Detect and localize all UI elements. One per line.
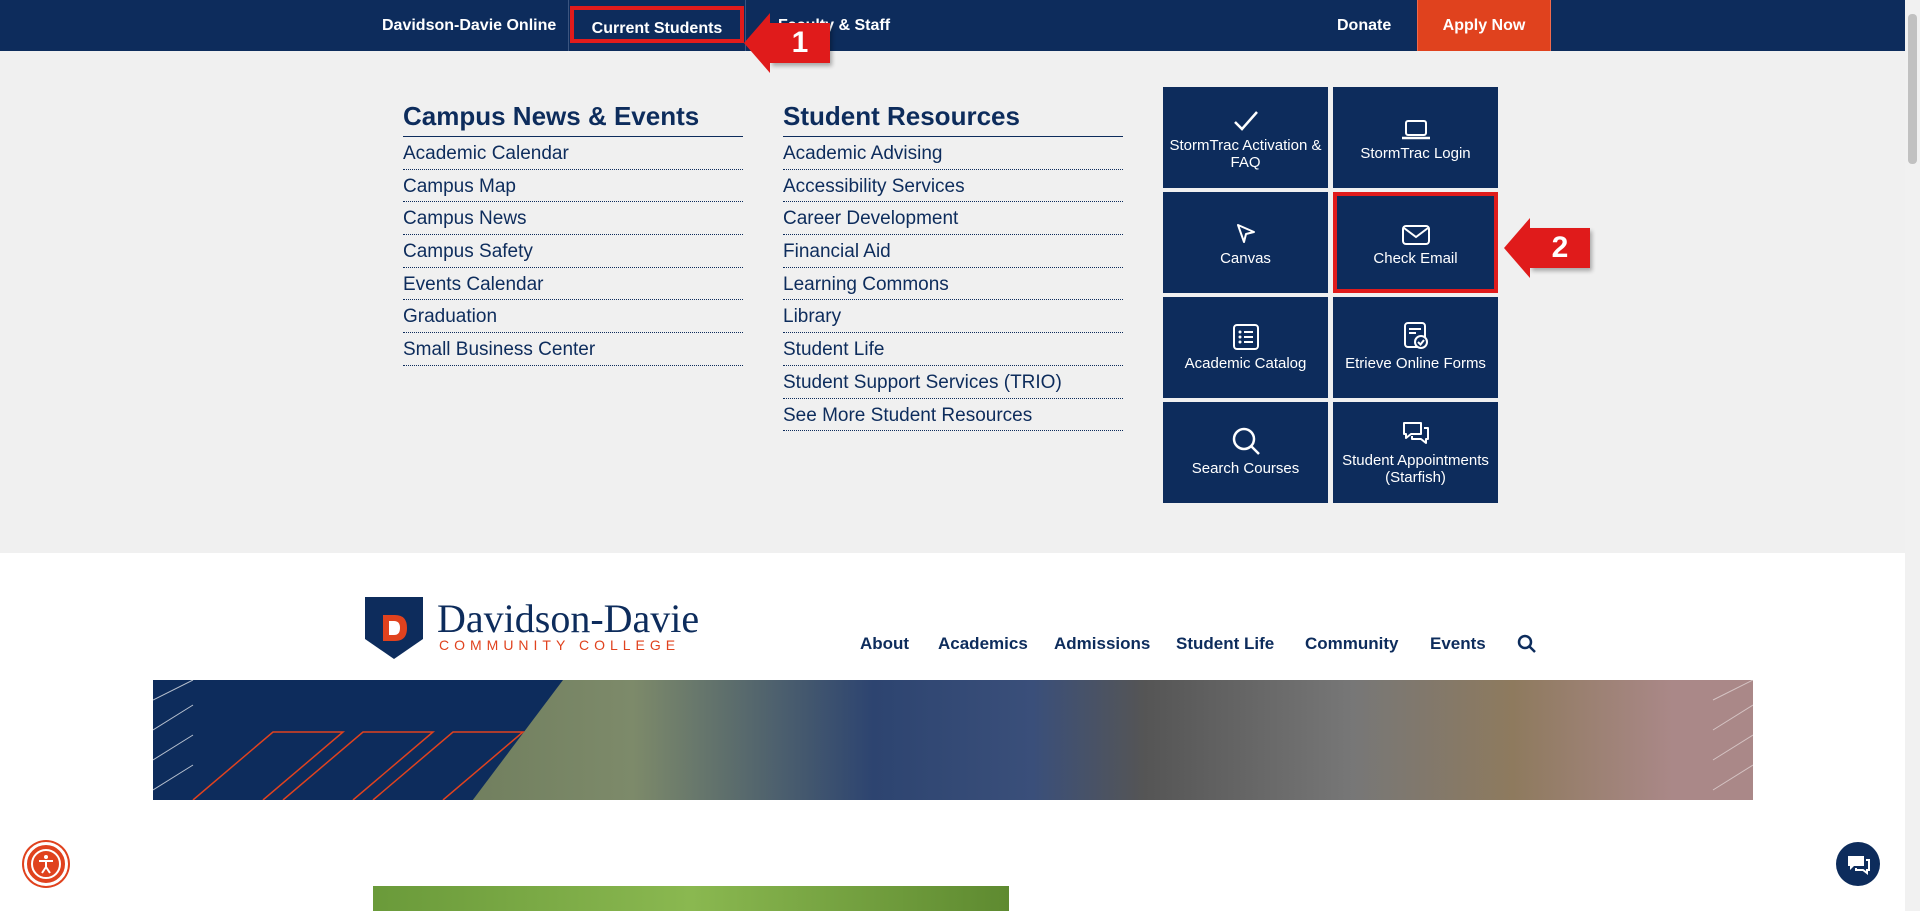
chat-icon <box>1401 420 1431 448</box>
menu-link[interactable]: Graduation <box>403 300 743 334</box>
menu-link[interactable]: Student Support Services (TRIO) <box>783 366 1123 399</box>
menu-link[interactable]: Academic Advising <box>783 137 1123 170</box>
tile-canvas[interactable]: Canvas <box>1163 192 1328 293</box>
current-students-mega-menu: Campus News & Events Academic Calendar C… <box>0 51 1905 553</box>
menu-link[interactable]: Library <box>783 300 1123 334</box>
nav-academics[interactable]: Academics <box>938 634 1028 654</box>
search-icon <box>1231 427 1261 456</box>
check-icon <box>1232 105 1260 133</box>
link-davidson-davie-online[interactable]: Davidson-Davie Online <box>382 0 556 51</box>
student-resources-heading: Student Resources <box>783 101 1123 137</box>
nav-events[interactable]: Events <box>1430 634 1486 654</box>
tile-label: StormTrac Activation & FAQ <box>1169 136 1322 171</box>
annotation-callout-2: 2 <box>1504 218 1590 278</box>
campus-news-heading: Campus News & Events <box>403 101 743 137</box>
utility-bar: Davidson-Davie Online Current Students F… <box>0 0 1905 51</box>
list-icon <box>1232 323 1260 351</box>
tile-label: Student Appointments (Starfish) <box>1342 451 1489 486</box>
menu-link[interactable]: Campus Map <box>403 170 743 203</box>
cursor-icon <box>1234 218 1258 246</box>
link-donate[interactable]: Donate <box>1337 0 1391 51</box>
tile-academic-catalog[interactable]: Academic Catalog <box>1163 297 1328 398</box>
menu-link[interactable]: Campus Safety <box>403 235 743 268</box>
student-resources-column: Student Resources Academic Advising Acce… <box>783 101 1123 432</box>
tile-label: Academic Catalog <box>1184 355 1307 372</box>
menu-link[interactable]: Campus News <box>403 202 743 236</box>
hero-stripes <box>153 680 1753 800</box>
logo-subtitle: COMMUNITY COLLEGE <box>439 637 681 653</box>
search-icon[interactable] <box>1517 634 1537 659</box>
tile-student-appointments[interactable]: Student Appointments (Starfish) <box>1333 402 1498 503</box>
nav-student-life[interactable]: Student Life <box>1176 634 1274 654</box>
form-check-icon <box>1402 322 1430 351</box>
link-current-students[interactable]: Current Students <box>570 6 744 43</box>
tile-label: Canvas <box>1220 250 1271 267</box>
tile-label: Search Courses <box>1191 460 1300 477</box>
tile-search-courses[interactable]: Search Courses <box>1163 402 1328 503</box>
tile-etrieve-forms[interactable]: Etrieve Online Forms <box>1333 297 1498 398</box>
nav-community[interactable]: Community <box>1305 634 1399 654</box>
tile-stormtrac-login[interactable]: StormTrac Login <box>1333 87 1498 188</box>
menu-link[interactable]: Small Business Center <box>403 333 743 366</box>
menu-link[interactable]: See More Student Resources <box>783 399 1123 432</box>
tile-check-email[interactable]: Check Email <box>1333 192 1498 293</box>
hero-image <box>153 680 1753 800</box>
tile-stormtrac-activation[interactable]: StormTrac Activation & FAQ <box>1163 87 1328 188</box>
menu-link[interactable]: Academic Calendar <box>403 137 743 170</box>
menu-link[interactable]: Career Development <box>783 202 1123 236</box>
menu-link[interactable]: Events Calendar <box>403 268 743 301</box>
envelope-icon <box>1401 218 1431 246</box>
menu-link[interactable]: Financial Aid <box>783 235 1123 268</box>
nav-about[interactable]: About <box>860 634 909 654</box>
menu-link[interactable]: Accessibility Services <box>783 170 1123 203</box>
chat-button[interactable] <box>1836 842 1880 886</box>
annotation-callout-1: 1 <box>744 13 830 73</box>
apply-now-button[interactable]: Apply Now <box>1417 0 1551 51</box>
tile-label: StormTrac Login <box>1360 145 1471 162</box>
menu-link[interactable]: Student Life <box>783 333 1123 366</box>
accessibility-button[interactable] <box>24 842 68 886</box>
tile-label: Check Email <box>1373 250 1458 267</box>
scrollbar-thumb[interactable] <box>1908 14 1917 164</box>
nav-admissions[interactable]: Admissions <box>1054 634 1150 654</box>
menu-link[interactable]: Learning Commons <box>783 268 1123 301</box>
laptop-icon <box>1401 113 1431 141</box>
logo-name[interactable]: Davidson-Davie <box>437 595 699 642</box>
campus-news-column: Campus News & Events Academic Calendar C… <box>403 101 743 366</box>
college-logo-shield[interactable] <box>363 595 425 666</box>
campus-photo <box>373 886 1009 911</box>
tile-label: Etrieve Online Forms <box>1345 355 1486 372</box>
